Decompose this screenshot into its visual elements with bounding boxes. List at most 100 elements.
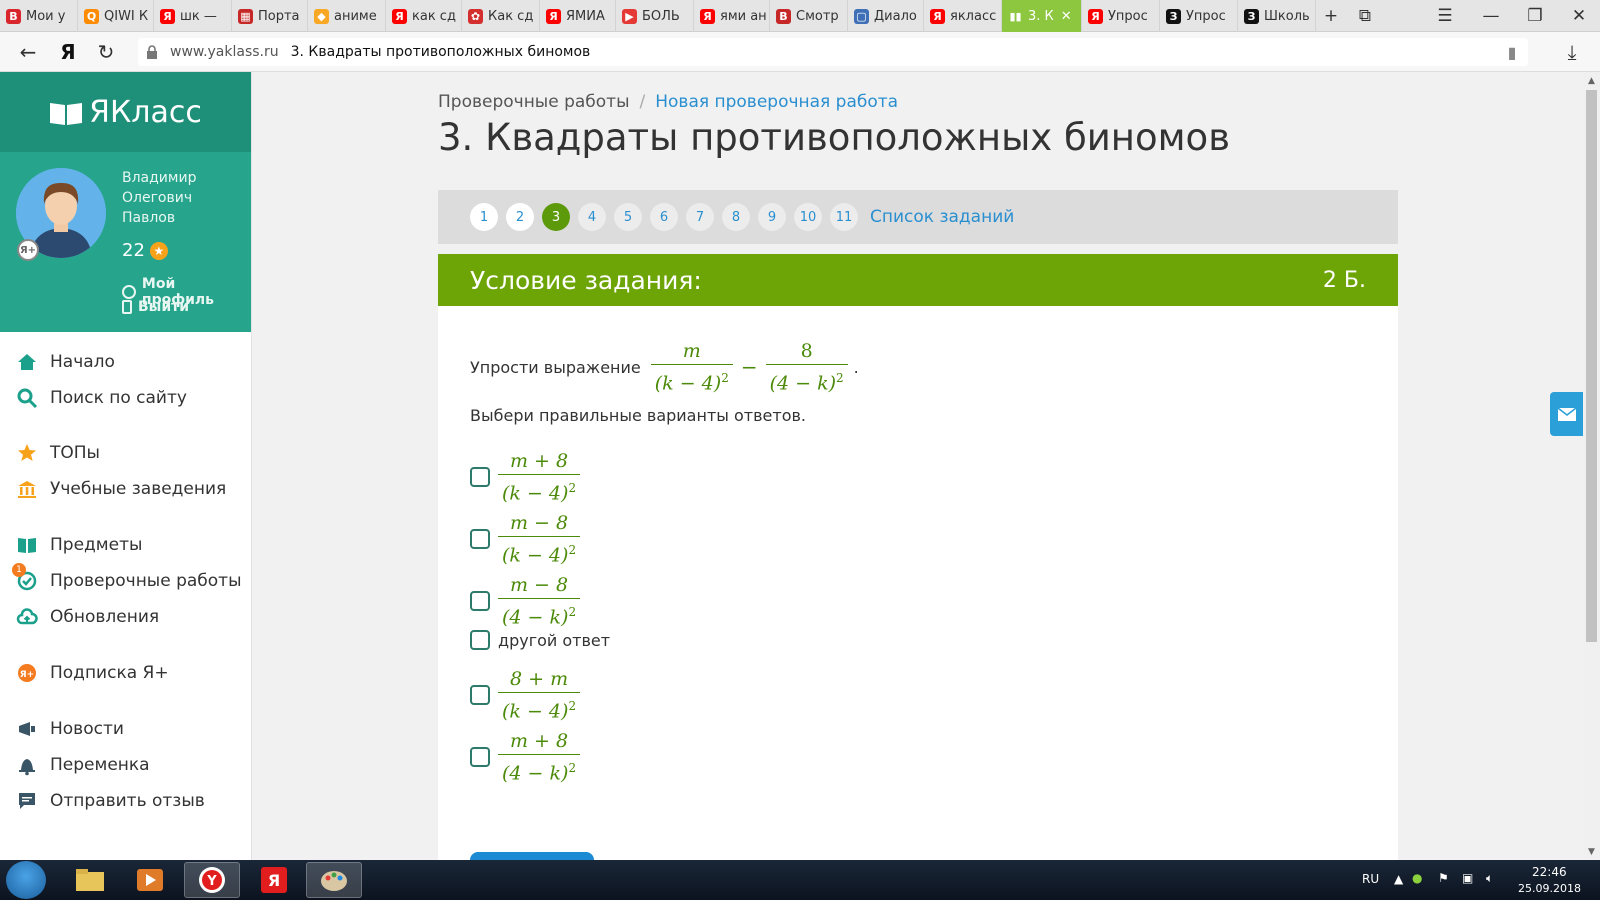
tab-manager-icon[interactable]: ⧉ xyxy=(1348,0,1382,32)
restore-icon[interactable]: ❐ xyxy=(1518,0,1552,32)
network-icon[interactable]: ▣ xyxy=(1462,871,1473,885)
volume-icon[interactable]: 🔈︎ xyxy=(1486,871,1493,886)
close-window-icon[interactable]: ✕ xyxy=(1562,0,1596,32)
scroll-down-icon[interactable]: ▼ xyxy=(1583,843,1600,860)
browser-tab[interactable]: Яшк — xyxy=(154,0,232,32)
sidebar-item-school[interactable]: Учебные заведения xyxy=(16,476,226,502)
task-number-2[interactable]: 2 xyxy=(506,203,534,231)
sidebar-item-search[interactable]: Поиск по сайту xyxy=(16,385,187,411)
breadcrumb-tests[interactable]: Проверочные работы xyxy=(438,92,630,112)
back-arrow-icon[interactable]: ← xyxy=(10,32,46,72)
sidebar-item-home[interactable]: Начало xyxy=(16,349,115,375)
browser-tab[interactable]: ▢ Диало xyxy=(848,0,924,32)
breadcrumb-separator: / xyxy=(639,92,646,112)
yandex-app-icon[interactable]: Я xyxy=(246,862,302,898)
sidebar-item-book[interactable]: Предметы xyxy=(16,532,142,558)
tab-title: шк — xyxy=(180,8,217,24)
answer-option[interactable]: m + 8 (4 − k)2 xyxy=(470,728,581,786)
task-number-4[interactable]: 4 xyxy=(578,203,606,231)
answer-denominator: (4 − k)2 xyxy=(502,761,577,785)
sidebar-item-check[interactable]: 1 Проверочные работы xyxy=(12,563,242,594)
task-number-3[interactable]: 3 xyxy=(542,203,570,231)
logout-link[interactable]: Выйти xyxy=(122,299,189,315)
answer-option[interactable]: другой ответ xyxy=(470,630,610,650)
browser-tab[interactable]: ▶ БОЛЬ xyxy=(616,0,694,32)
browser-tab[interactable]: Я ЯМИА xyxy=(540,0,616,32)
task-number-5[interactable]: 5 xyxy=(614,203,642,231)
logout-icon xyxy=(122,300,132,314)
minus-operator: − xyxy=(740,355,758,380)
browser-tab[interactable]: ▦ Порта xyxy=(232,0,308,32)
browser-tab[interactable]: ◆ аниме xyxy=(308,0,386,32)
search-icon xyxy=(16,387,38,409)
task-number-11[interactable]: 11 xyxy=(830,203,858,231)
tab-title: как сд xyxy=(412,8,456,24)
answer-option[interactable]: 8 + m (k − 4)2 xyxy=(470,666,581,724)
sidebar-item-feedback[interactable]: Отправить отзыв xyxy=(16,788,205,814)
browser-tab[interactable]: З Упрос xyxy=(1160,0,1238,32)
yandex-home-icon[interactable]: Я xyxy=(50,32,86,72)
tray-expand-icon[interactable]: ▲ xyxy=(1394,872,1403,886)
feedback-mail-icon[interactable] xyxy=(1550,392,1584,436)
sidebar-item-label: ТОПы xyxy=(50,443,100,463)
task-number-6[interactable]: 6 xyxy=(650,203,678,231)
windows-start-icon[interactable] xyxy=(6,861,46,899)
browser-tab[interactable]: З Школь xyxy=(1238,0,1316,32)
minimize-icon[interactable]: — xyxy=(1474,0,1508,32)
sidebar-item-cloud[interactable]: Обновления xyxy=(16,604,159,630)
task-number-1[interactable]: 1 xyxy=(470,203,498,231)
tab-favicon-icon: З xyxy=(1244,8,1259,24)
answer-checkbox[interactable] xyxy=(470,685,490,706)
browser-tab[interactable]: Я Упрос xyxy=(1082,0,1160,32)
action-center-icon[interactable]: ⚑ xyxy=(1438,871,1449,885)
check-icon: 1 xyxy=(12,563,38,592)
tray-app-icon[interactable]: ● xyxy=(1412,871,1422,885)
site-logo[interactable]: ЯКласс xyxy=(0,72,251,152)
task-list-link[interactable]: Список заданий xyxy=(870,207,1014,227)
clock-date[interactable]: 25.09.2018 xyxy=(1518,882,1581,895)
yandex-browser-app-icon[interactable]: Y xyxy=(184,862,240,898)
sidebar-item-yaplus[interactable]: Я+ Подписка Я+ xyxy=(16,660,169,686)
paint-app-icon[interactable] xyxy=(306,862,362,898)
browser-tab[interactable]: Якак сд xyxy=(386,0,462,32)
answer-option[interactable]: m − 8 (k − 4)2 xyxy=(470,510,581,568)
sidebar-item-news[interactable]: Новости xyxy=(16,716,124,742)
browser-tab[interactable]: ✿ Как сд xyxy=(462,0,540,32)
url-field[interactable]: www.yaklass.ru 3. Квадраты противоположн… xyxy=(138,38,1528,66)
browser-tab[interactable]: В Смотр xyxy=(770,0,848,32)
answer-denominator: (k − 4)2 xyxy=(502,543,577,567)
answer-checkbox[interactable] xyxy=(470,630,490,650)
answer-option[interactable]: m + 8 (k − 4)2 xyxy=(470,448,581,506)
page-scrollbar[interactable]: ▲ ▼ xyxy=(1583,72,1600,860)
browser-tab[interactable]: Яякласс xyxy=(924,0,1002,32)
scroll-up-icon[interactable]: ▲ xyxy=(1583,72,1600,89)
answer-checkbox[interactable] xyxy=(470,747,490,768)
sidebar-item-bell[interactable]: Переменка xyxy=(16,752,150,778)
user-name[interactable]: Владимир Олегович Павлов xyxy=(122,168,242,228)
task-number-10[interactable]: 10 xyxy=(794,203,822,231)
reload-icon[interactable]: ↻ xyxy=(88,32,124,72)
task-number-8[interactable]: 8 xyxy=(722,203,750,231)
browser-tab[interactable]: Яями ан xyxy=(694,0,770,32)
browser-tab[interactable]: ▮▮ 3. К ✕ xyxy=(1002,0,1082,32)
answer-checkbox[interactable] xyxy=(470,529,490,550)
browser-tab[interactable]: В Мои у xyxy=(0,0,78,32)
download-icon[interactable]: ⤓ xyxy=(1554,32,1590,72)
browser-tab[interactable]: Q QIWI К xyxy=(78,0,154,32)
task-number-9[interactable]: 9 xyxy=(758,203,786,231)
browser-menu-icon[interactable]: ☰ xyxy=(1428,0,1462,32)
clock-time[interactable]: 22:46 xyxy=(1532,865,1567,879)
task-number-7[interactable]: 7 xyxy=(686,203,714,231)
scroll-thumb[interactable] xyxy=(1586,90,1597,642)
breadcrumb-new-test[interactable]: Новая проверочная работа xyxy=(655,92,898,112)
answer-checkbox[interactable] xyxy=(470,467,490,488)
language-indicator[interactable]: RU xyxy=(1362,872,1379,886)
answer-checkbox[interactable] xyxy=(470,591,490,612)
sidebar-item-star[interactable]: ТОПы xyxy=(16,440,100,466)
explorer-app-icon[interactable] xyxy=(62,862,118,898)
media-player-app-icon[interactable] xyxy=(122,862,178,898)
answer-option[interactable]: m − 8 (4 − k)2 xyxy=(470,572,581,630)
bookmark-icon[interactable]: ▮ xyxy=(1494,32,1530,72)
new-tab-icon[interactable]: + xyxy=(1314,0,1348,32)
close-tab-icon[interactable]: ✕ xyxy=(1061,9,1072,24)
